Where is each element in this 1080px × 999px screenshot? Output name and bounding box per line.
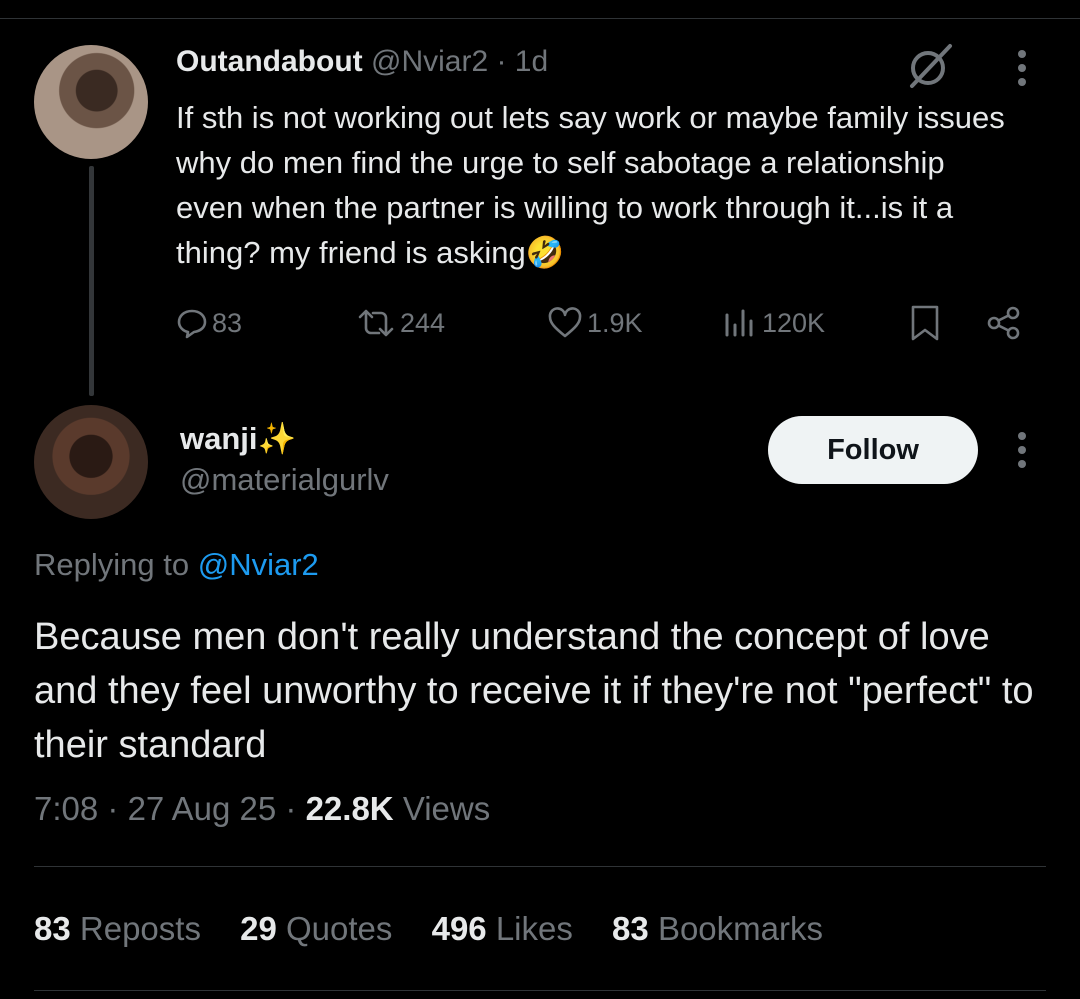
- views-button[interactable]: 120K: [722, 300, 825, 346]
- views-label: Views: [402, 790, 491, 827]
- quotes-stat[interactable]: 29 Quotes: [240, 910, 392, 947]
- avatar[interactable]: [34, 405, 148, 519]
- post-text: Because men don't really understand the …: [34, 616, 1034, 766]
- divider: [34, 866, 1046, 867]
- reply-icon: [177, 309, 207, 339]
- post-date[interactable]: 27 Aug 25: [128, 790, 277, 827]
- more-icon[interactable]: [1012, 46, 1032, 90]
- reply-button[interactable]: 83: [176, 300, 242, 346]
- like-button[interactable]: 1.9K: [547, 300, 643, 346]
- post-header: Outandabout @Nviar2 · 1d: [176, 45, 548, 79]
- repost-count: 244: [400, 307, 446, 338]
- post-text: If sth is not working out lets say work …: [176, 100, 1005, 270]
- top-divider: [0, 0, 1080, 19]
- divider: [34, 990, 1046, 991]
- likes-stat[interactable]: 496 Likes: [432, 910, 573, 947]
- bookmarks-stat[interactable]: 83 Bookmarks: [612, 910, 823, 947]
- bookmark-button[interactable]: [908, 300, 942, 346]
- author-handle[interactable]: @Nviar2: [371, 45, 488, 78]
- replying-to: Replying to @Nviar2: [34, 547, 319, 583]
- avatar[interactable]: [34, 45, 148, 159]
- views-count: 22.8K: [305, 790, 394, 827]
- repost-button[interactable]: 244: [356, 300, 445, 346]
- like-icon: [548, 307, 582, 338]
- replying-prefix: Replying to: [34, 547, 190, 582]
- author-name[interactable]: wanji✨: [180, 420, 296, 457]
- reposts-stat[interactable]: 83 Reposts: [34, 910, 201, 947]
- post-time[interactable]: 7:08: [34, 790, 98, 827]
- author-name[interactable]: Outandabout: [176, 45, 363, 78]
- share-button[interactable]: [985, 300, 1023, 346]
- post-time[interactable]: · 1d: [496, 45, 548, 78]
- engagement-stats: 83 Reposts 29 Quotes 496 Likes 83 Bookma…: [34, 910, 823, 948]
- repost-icon: [358, 309, 394, 337]
- reply-count: 83: [212, 307, 243, 338]
- more-icon[interactable]: [1012, 428, 1032, 472]
- views-icon: [725, 309, 753, 337]
- share-icon: [987, 306, 1020, 340]
- replying-handle-link[interactable]: @Nviar2: [198, 547, 319, 582]
- grok-icon[interactable]: [904, 40, 956, 92]
- post-meta: 7:08 · 27 Aug 25 · 22.8K Views: [34, 790, 491, 827]
- bookmark-icon: [911, 305, 939, 341]
- views-count: 120K: [762, 307, 826, 338]
- post-actions: 83 244 1.9K 120K: [0, 300, 1080, 346]
- like-count: 1.9K: [587, 307, 643, 338]
- thread-connector: [89, 166, 94, 396]
- follow-button[interactable]: Follow: [768, 416, 978, 484]
- author-handle[interactable]: @materialgurlv: [180, 462, 389, 498]
